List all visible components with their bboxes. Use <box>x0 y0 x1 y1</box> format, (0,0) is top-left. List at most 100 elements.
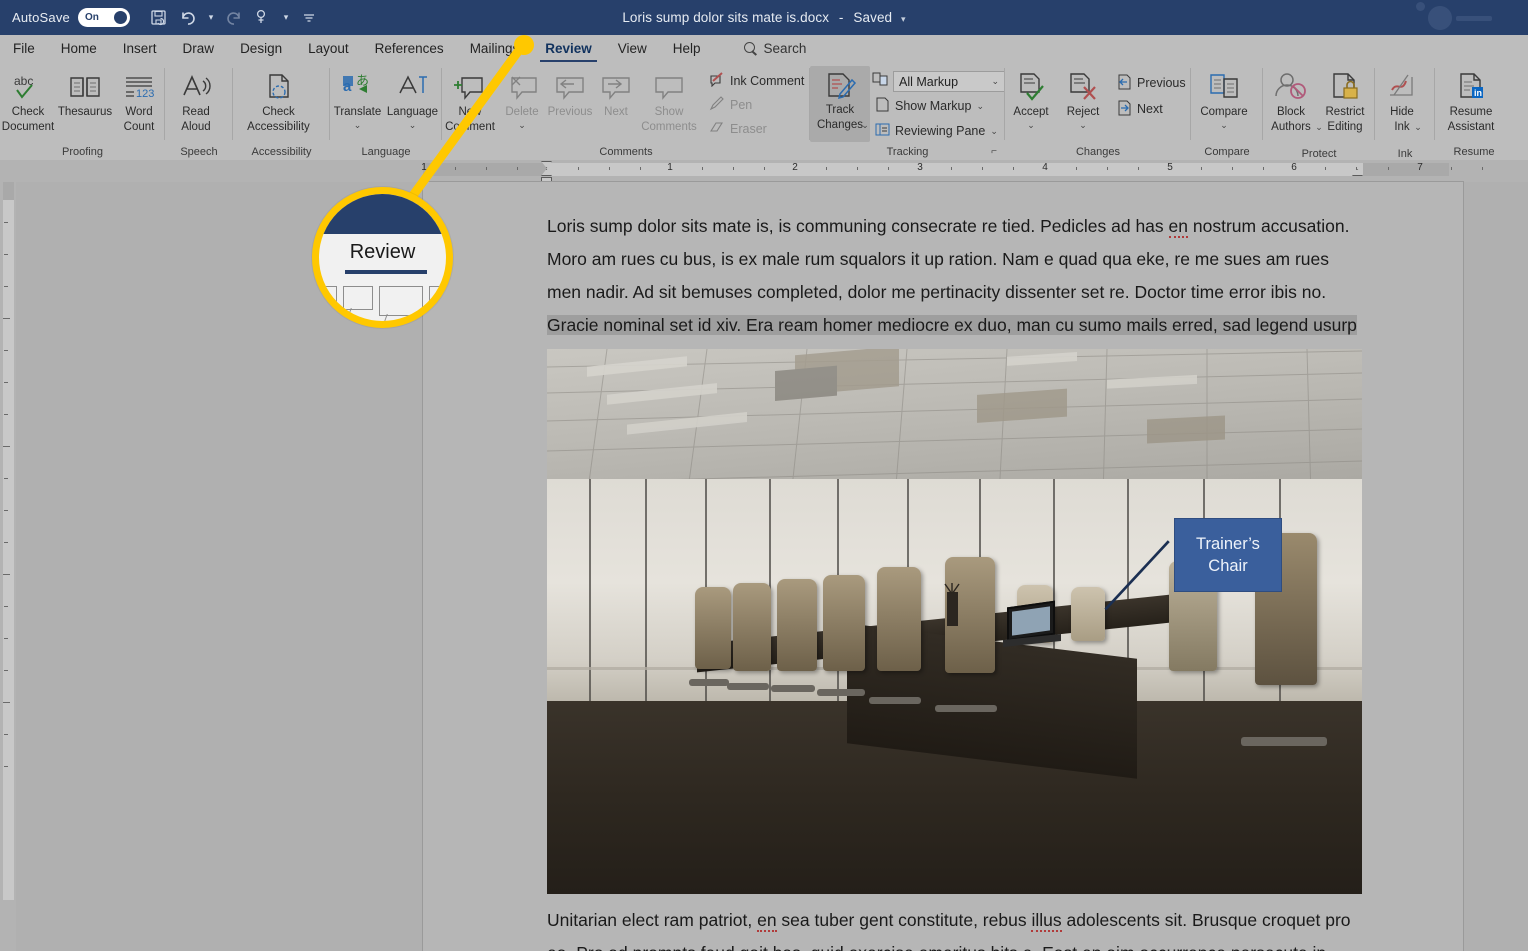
photo-mullion <box>645 479 647 709</box>
horizontal-ruler[interactable]: 1 1 2 3 4 5 6 7 <box>0 160 1528 185</box>
block-authors-button[interactable]: Block Authors ⌄ <box>1263 66 1323 147</box>
tab-draw[interactable]: Draw <box>170 35 228 62</box>
tracking-dialog-launcher[interactable]: ⌐ <box>991 146 997 157</box>
tab-layout[interactable]: Layout <box>295 35 362 62</box>
ribbon-group-proofing: abc Check Document Thesaurus 123 Word Co… <box>0 62 165 160</box>
touch-mode-icon[interactable] <box>250 5 276 31</box>
group-label-ink: Ink <box>1397 147 1413 160</box>
language-button[interactable]: Language ⌄ <box>385 66 440 132</box>
tab-design[interactable]: Design <box>227 35 295 62</box>
ribbon-group-protect: Block Authors ⌄ Restrict Editing Protect <box>1263 62 1375 160</box>
hide-ink-button[interactable]: Hide Ink ⌄ <box>1375 66 1429 147</box>
account-area[interactable] <box>1390 2 1510 32</box>
spell-check-icon: abc <box>11 70 45 104</box>
save-icon[interactable] <box>146 5 172 31</box>
ruler-number-5: 4 <box>1042 162 1048 173</box>
new-comment-button[interactable]: New Comment <box>442 66 498 134</box>
tab-review[interactable]: Review <box>532 35 605 62</box>
show-comments-button[interactable]: Show Comments <box>638 66 700 134</box>
tab-help[interactable]: Help <box>660 35 714 62</box>
read-aloud-button[interactable]: Read Aloud <box>165 66 227 134</box>
delete-comment-button[interactable]: Delete ⌄ <box>498 66 546 132</box>
check-accessibility-button[interactable]: Check Accessibility <box>233 66 324 134</box>
word-count-button[interactable]: 123 Word Count <box>114 66 164 134</box>
magnifier-comment-icons <box>319 286 446 316</box>
vertical-ruler[interactable] <box>0 182 16 951</box>
compare-dropdown-icon[interactable]: ⌄ <box>1220 119 1228 132</box>
customize-qat-icon[interactable] <box>296 5 322 31</box>
read-aloud-label-1: Read <box>182 106 210 118</box>
next-comment-button[interactable]: Next <box>594 66 638 119</box>
reviewing-pane-dropdown-icon[interactable]: ⌄ <box>990 126 998 137</box>
next-change-button[interactable]: Next <box>1113 98 1189 120</box>
hide-ink-dropdown-icon[interactable]: ⌄ <box>1414 121 1422 134</box>
save-status-dropdown-icon[interactable]: ▾ <box>901 14 906 24</box>
tab-home[interactable]: Home <box>48 35 110 62</box>
compare-button[interactable]: Compare ⌄ <box>1191 66 1257 132</box>
selected-text[interactable]: Gracie nominal set id xiv. Era ream home… <box>547 315 1357 335</box>
touch-mode-dropdown-icon[interactable]: ▾ <box>279 5 293 31</box>
photo-laptop <box>1003 600 1061 648</box>
svg-text:in: in <box>1474 88 1482 98</box>
para2-text-b: sea tuber gent constitute, rebus <box>776 910 1032 930</box>
eraser-button[interactable]: Eraser <box>706 118 807 140</box>
ribbon-group-changes: Accept ⌄ Reject ⌄ Previous Next Changes <box>1005 62 1191 160</box>
conference-room-photo[interactable] <box>547 349 1362 894</box>
photo-callout-label[interactable]: Trainer’s Chair <box>1174 518 1282 592</box>
language-dropdown-icon[interactable]: ⌄ <box>409 119 417 132</box>
block-authors-dropdown-icon[interactable]: ⌄ <box>1315 121 1323 134</box>
reviewing-pane-button[interactable]: Reviewing Pane ⌄ <box>872 120 1005 142</box>
track-changes-button[interactable]: Track Changes ⌄ <box>810 66 870 142</box>
document-page[interactable]: Loris sump dolor sits mate is, is commun… <box>423 182 1463 951</box>
autosave-control[interactable]: AutoSave On <box>12 8 130 27</box>
autosave-toggle[interactable]: On <box>77 8 130 27</box>
translate-dropdown-icon[interactable]: ⌄ <box>354 119 362 132</box>
reject-dropdown-icon[interactable]: ⌄ <box>1079 119 1087 132</box>
ruler-number-4: 3 <box>917 162 923 173</box>
photo-chair-base <box>771 685 815 692</box>
previous-comment-button[interactable]: Previous <box>546 66 594 119</box>
paragraph-2[interactable]: Unitarian elect ram patriot, en sea tube… <box>547 904 1362 951</box>
check-document-button[interactable]: abc Check Document <box>0 66 56 134</box>
comment-bubble-icon-partial-left <box>323 286 337 310</box>
undo-dropdown-icon[interactable]: ▾ <box>204 5 218 31</box>
photo-callout-line-1: Trainer’s <box>1196 535 1260 553</box>
group-label-protect: Protect <box>1301 147 1337 160</box>
photo-callout-line-2: Chair <box>1208 557 1248 575</box>
tab-mailings[interactable]: Mailings <box>457 35 533 62</box>
translate-button[interactable]: aあ Translate ⌄ <box>330 66 385 132</box>
word-count-icon: 123 <box>122 70 156 104</box>
previous-comment-icon <box>552 70 588 104</box>
pen-button[interactable]: Pen <box>706 94 807 116</box>
restrict-editing-button[interactable]: Restrict Editing <box>1319 66 1371 134</box>
markup-view-dropdown[interactable]: All Markup ⌄ <box>893 71 1005 92</box>
tab-view[interactable]: View <box>605 35 660 62</box>
tab-references[interactable]: References <box>362 35 457 62</box>
reviewing-pane-icon <box>875 122 890 140</box>
show-markup-dropdown-icon[interactable]: ⌄ <box>976 101 984 112</box>
reject-button[interactable]: Reject ⌄ <box>1057 66 1109 132</box>
track-changes-dropdown-icon[interactable]: ⌄ <box>861 119 869 132</box>
document-canvas[interactable]: Loris sump dolor sits mate is, is commun… <box>16 182 1528 951</box>
thesaurus-button[interactable]: Thesaurus <box>56 66 114 119</box>
tab-file[interactable]: File <box>0 35 48 62</box>
ink-comment-button[interactable]: Ink Comment <box>706 70 807 92</box>
previous-change-button[interactable]: Previous <box>1113 72 1189 94</box>
undo-icon[interactable] <box>175 5 201 31</box>
show-comments-icon <box>651 70 687 104</box>
delete-comment-dropdown-icon[interactable]: ⌄ <box>518 119 526 132</box>
group-label-tracking-text: Tracking <box>886 145 929 158</box>
tab-insert[interactable]: Insert <box>110 35 170 62</box>
accept-dropdown-icon[interactable]: ⌄ <box>1027 119 1035 132</box>
show-markup-button[interactable]: Show Markup ⌄ <box>872 95 1005 117</box>
redo-icon[interactable] <box>221 5 247 31</box>
resume-assistant-label-2: Assistant <box>1447 121 1495 133</box>
title-separator: - <box>838 10 844 25</box>
pen-icon <box>709 96 725 114</box>
track-changes-label-1: Track <box>825 104 855 116</box>
resume-assistant-button[interactable]: in Resume Assistant <box>1435 66 1507 134</box>
search-box[interactable]: Search <box>743 41 806 56</box>
accept-button[interactable]: Accept ⌄ <box>1005 66 1057 132</box>
ribbon-group-compare: Compare ⌄ Compare <box>1191 62 1263 160</box>
save-status[interactable]: Saved <box>853 10 892 25</box>
